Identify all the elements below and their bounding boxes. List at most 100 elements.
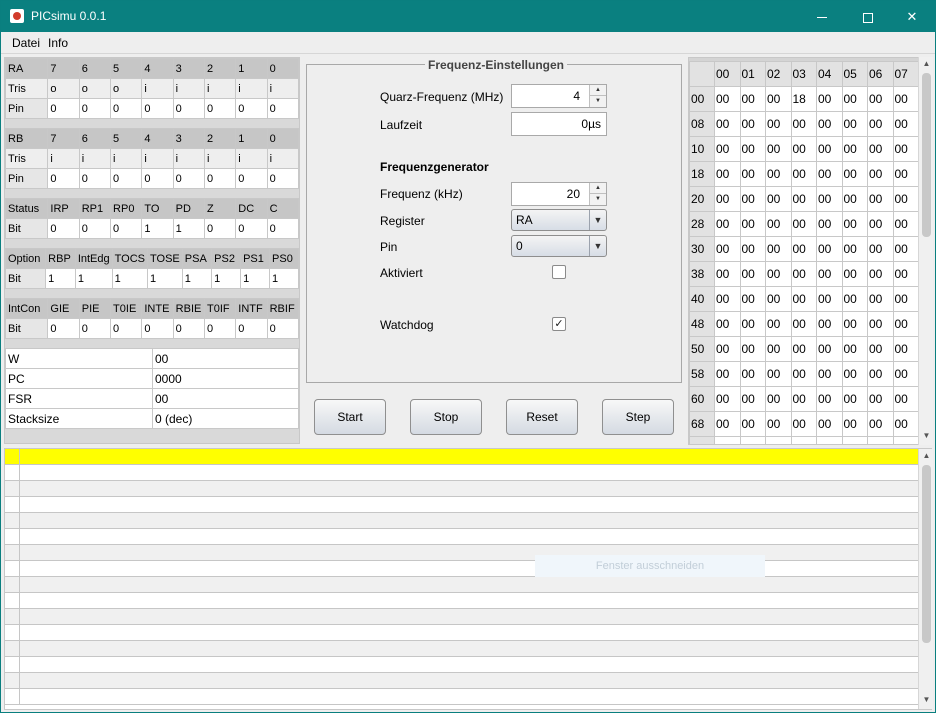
memory-cell[interactable]: 00 bbox=[765, 411, 792, 437]
memory-cell[interactable]: 00 bbox=[816, 311, 843, 337]
stop-button[interactable]: Stop bbox=[410, 399, 482, 435]
ra-pin-cell[interactable]: 0 bbox=[110, 98, 143, 119]
memory-cell[interactable]: 00 bbox=[790, 211, 817, 237]
memory-cell[interactable]: 00 bbox=[816, 286, 843, 312]
close-button[interactable]: ✕ bbox=[889, 1, 935, 32]
memory-cell[interactable]: 18 bbox=[790, 86, 817, 112]
memory-cell[interactable]: 00 bbox=[867, 436, 894, 444]
memory-cell[interactable]: 00 bbox=[816, 236, 843, 262]
memory-cell[interactable]: 00 bbox=[816, 336, 843, 362]
memory-cell[interactable]: 00 bbox=[765, 361, 792, 387]
rb-tris-cell[interactable]: i bbox=[172, 148, 205, 169]
memory-cell[interactable]: 00 bbox=[816, 136, 843, 162]
option-bit-cell[interactable]: 1 bbox=[111, 268, 149, 289]
frequenz-spinner[interactable]: 20 ▲ ▼ bbox=[511, 182, 607, 206]
scroll-up-icon[interactable]: ▲ bbox=[919, 57, 934, 71]
option-bit-cell[interactable]: 1 bbox=[147, 268, 183, 289]
scroll-down-icon[interactable]: ▼ bbox=[919, 429, 934, 443]
rb-tris-cell[interactable]: i bbox=[235, 148, 268, 169]
breakpoint-cell[interactable] bbox=[5, 561, 20, 577]
memory-cell[interactable]: 00 bbox=[739, 311, 766, 337]
rb-pin-cell[interactable]: 0 bbox=[172, 168, 205, 189]
memory-cell[interactable]: 00 bbox=[714, 236, 741, 262]
program-row[interactable] bbox=[5, 641, 919, 657]
ra-pin-cell[interactable]: 0 bbox=[78, 98, 112, 119]
memory-cell[interactable]: 00 bbox=[739, 411, 766, 437]
memory-cell[interactable]: 00 bbox=[867, 161, 894, 187]
program-row[interactable] bbox=[5, 513, 919, 529]
memory-cell[interactable]: 00 bbox=[714, 261, 741, 287]
breakpoint-cell[interactable] bbox=[5, 609, 20, 625]
memory-cell[interactable]: 00 bbox=[816, 186, 843, 212]
memory-cell[interactable]: 00 bbox=[765, 111, 792, 137]
memory-cell[interactable]: 00 bbox=[790, 236, 817, 262]
scroll-up-icon[interactable]: ▲ bbox=[919, 449, 934, 463]
status-bit-cell[interactable]: 0 bbox=[47, 218, 80, 239]
memory-cell[interactable]: 00 bbox=[790, 261, 817, 287]
memory-scrollbar[interactable]: ▲ ▼ bbox=[918, 57, 933, 445]
spin-down-icon[interactable]: ▼ bbox=[590, 194, 606, 205]
program-row-current[interactable] bbox=[5, 449, 919, 465]
breakpoint-cell[interactable] bbox=[5, 465, 20, 481]
status-bit-cell[interactable]: 0 bbox=[235, 218, 268, 239]
memory-cell[interactable]: 00 bbox=[790, 186, 817, 212]
memory-cell[interactable]: 00 bbox=[714, 436, 741, 444]
ra-pin-cell[interactable]: 0 bbox=[141, 98, 174, 119]
memory-cell[interactable]: 00 bbox=[714, 361, 741, 387]
breakpoint-cell[interactable] bbox=[5, 481, 20, 497]
program-row[interactable] bbox=[5, 481, 919, 497]
memory-cell[interactable]: 00 bbox=[739, 261, 766, 287]
breakpoint-cell[interactable] bbox=[5, 513, 20, 529]
program-row[interactable] bbox=[5, 465, 919, 481]
rb-pin-cell[interactable]: 0 bbox=[266, 168, 300, 189]
memory-cell[interactable]: 00 bbox=[892, 236, 919, 262]
rb-tris-cell[interactable]: i bbox=[110, 148, 143, 169]
memory-cell[interactable]: 00 bbox=[790, 411, 817, 437]
memory-cell[interactable]: 00 bbox=[790, 361, 817, 387]
ra-tris-cell[interactable]: i bbox=[141, 78, 174, 99]
intcon-bit-cell[interactable]: 0 bbox=[47, 318, 80, 339]
rb-pin-cell[interactable]: 0 bbox=[141, 168, 174, 189]
memory-cell[interactable]: 00 bbox=[790, 161, 817, 187]
ra-tris-cell[interactable]: o bbox=[78, 78, 112, 99]
memory-cell[interactable]: 00 bbox=[867, 111, 894, 137]
memory-cell[interactable]: 00 bbox=[892, 286, 919, 312]
program-row[interactable] bbox=[5, 545, 919, 561]
memory-cell[interactable]: 00 bbox=[867, 261, 894, 287]
intcon-bit-cell[interactable]: 0 bbox=[110, 318, 143, 339]
memory-cell[interactable]: 00 bbox=[841, 286, 868, 312]
intcon-bit-cell[interactable]: 0 bbox=[266, 318, 300, 339]
memory-cell[interactable]: 00 bbox=[790, 311, 817, 337]
memory-cell[interactable]: 00 bbox=[765, 261, 792, 287]
pin-combobox[interactable]: 0 ▼ bbox=[511, 235, 607, 257]
breakpoint-cell[interactable] bbox=[5, 497, 20, 513]
spin-up-icon[interactable]: ▲ bbox=[590, 85, 606, 96]
memory-cell[interactable]: 00 bbox=[739, 436, 766, 444]
start-button[interactable]: Start bbox=[314, 399, 386, 435]
memory-cell[interactable]: 00 bbox=[892, 336, 919, 362]
memory-cell[interactable]: 00 bbox=[841, 211, 868, 237]
breakpoint-cell[interactable] bbox=[5, 593, 20, 609]
breakpoint-cell[interactable] bbox=[5, 673, 20, 689]
program-row[interactable] bbox=[5, 593, 919, 609]
memory-cell[interactable]: 00 bbox=[739, 211, 766, 237]
memory-cell[interactable]: 00 bbox=[790, 136, 817, 162]
intcon-bit-cell[interactable]: 0 bbox=[78, 318, 112, 339]
watchdog-checkbox[interactable]: ✓ bbox=[552, 317, 566, 331]
program-row[interactable] bbox=[5, 561, 919, 577]
ra-pin-cell[interactable]: 0 bbox=[266, 98, 300, 119]
memory-cell[interactable]: 00 bbox=[816, 411, 843, 437]
rb-tris-cell[interactable]: i bbox=[266, 148, 300, 169]
option-bit-cell[interactable]: 1 bbox=[269, 268, 299, 289]
memory-cell[interactable]: 00 bbox=[892, 261, 919, 287]
quarz-frequency-spinner[interactable]: 4 ▲ ▼ bbox=[511, 84, 607, 108]
memory-cell[interactable]: 00 bbox=[790, 286, 817, 312]
option-bit-cell[interactable]: 1 bbox=[74, 268, 113, 289]
laufzeit-field[interactable]: 0µs bbox=[511, 112, 607, 136]
ra-tris-cell[interactable]: i bbox=[172, 78, 205, 99]
memory-cell[interactable]: 00 bbox=[816, 111, 843, 137]
memory-cell[interactable]: 00 bbox=[816, 386, 843, 412]
status-bit-cell[interactable]: 1 bbox=[141, 218, 174, 239]
memory-cell[interactable]: 00 bbox=[867, 86, 894, 112]
memory-cell[interactable]: 00 bbox=[892, 411, 919, 437]
